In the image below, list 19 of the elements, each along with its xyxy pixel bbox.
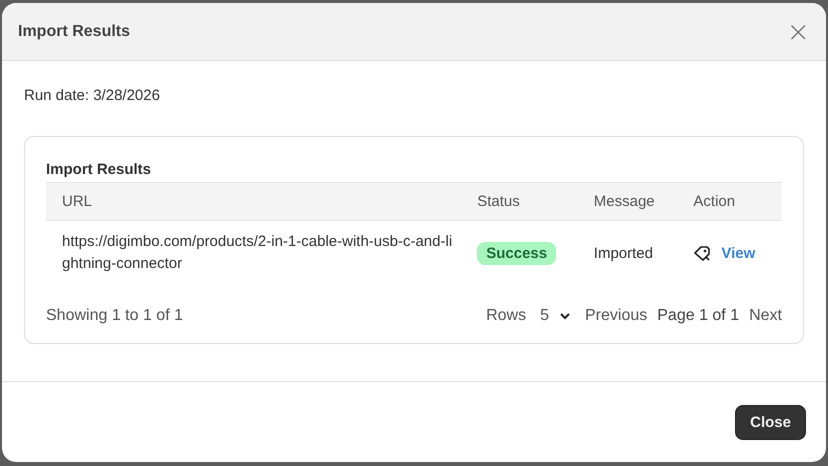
status-badge: Success [477, 242, 556, 264]
close-button[interactable]: Close [735, 404, 806, 440]
view-link[interactable]: View [721, 244, 756, 262]
table-cell-text: Imported [592, 244, 654, 262]
rows-label: Rows [486, 307, 526, 325]
chevron-down-icon [559, 312, 571, 320]
pagination-summary: Showing 1 to 1 of 1 [46, 307, 183, 325]
previous-button[interactable]: Previous [585, 307, 648, 325]
card-title: Import Results [46, 161, 152, 178]
next-button[interactable]: Next [749, 307, 782, 325]
column-header: Action [692, 193, 736, 210]
run-date: Run date: 3/28/2026 [24, 87, 161, 104]
column-header: Status [476, 193, 521, 210]
column-header: Message [592, 193, 656, 210]
rows-select[interactable]: 5 [540, 307, 571, 325]
dialog-title: Import Results [18, 22, 130, 40]
page-indicator: Page 1 of 1 [657, 307, 740, 325]
table-cell-text: https://digimbo.com/products/2-in-1-cable-with-usb-c-and-lightning-connector [61, 232, 454, 274]
column-header: URL [61, 193, 94, 210]
